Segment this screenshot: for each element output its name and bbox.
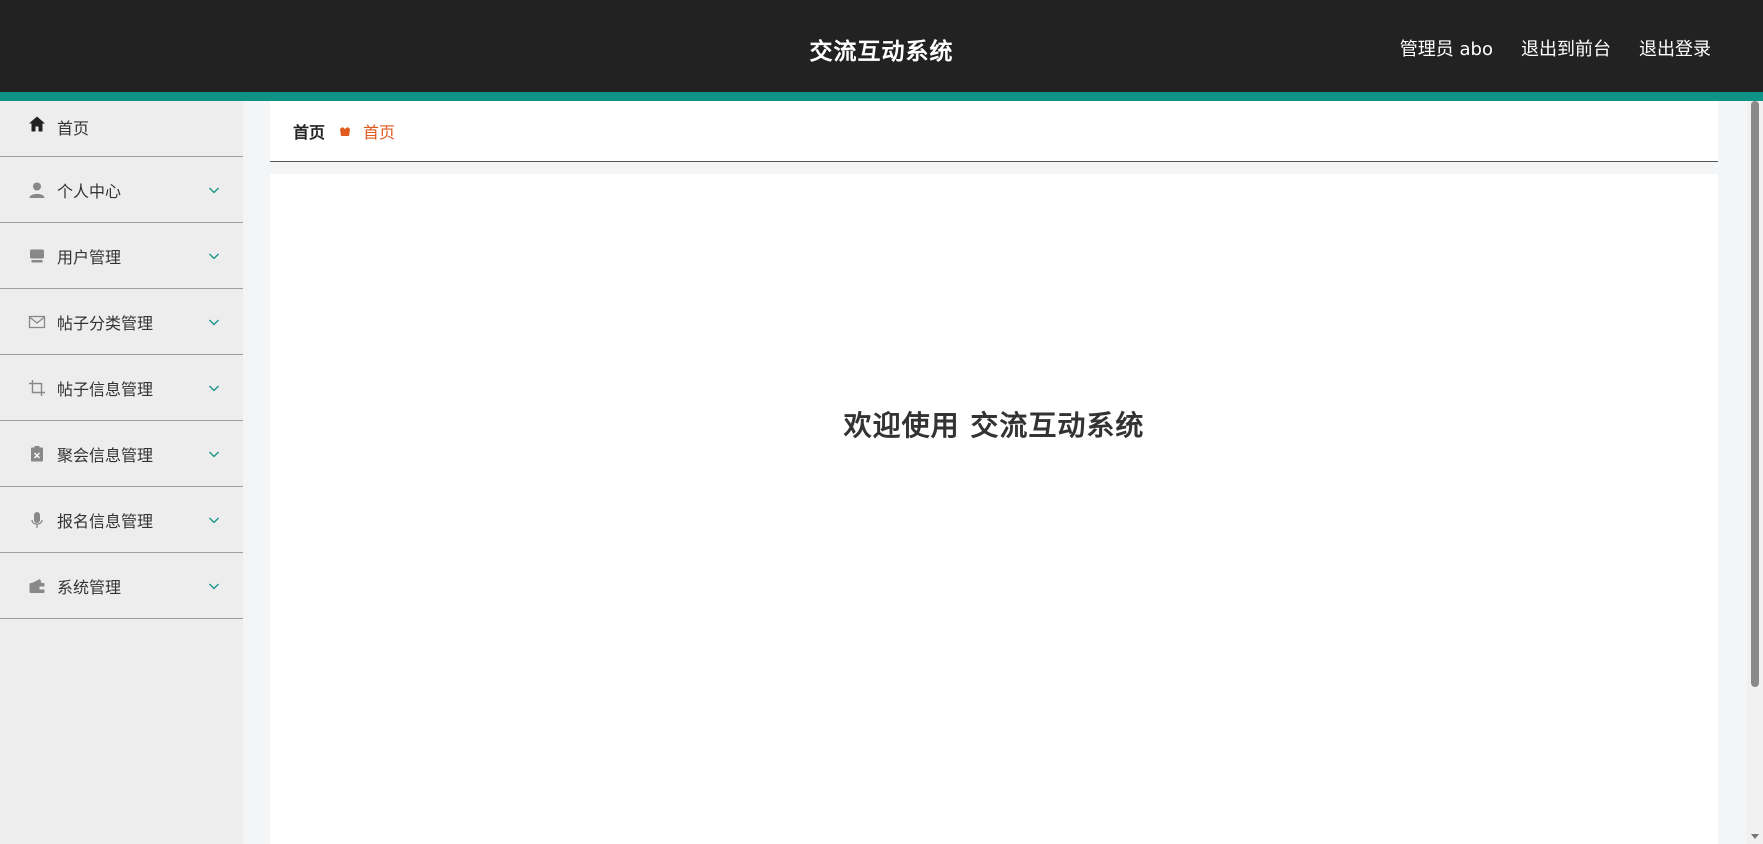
home-icon <box>28 115 46 133</box>
clipboard-x-icon <box>28 445 46 463</box>
welcome-panel: 欢迎使用 交流互动系统 <box>270 174 1718 844</box>
scrollbar-thumb[interactable] <box>1751 101 1759 687</box>
chevron-down-icon <box>209 319 219 325</box>
chevron-down-icon <box>209 187 219 193</box>
crop-icon <box>28 379 46 397</box>
chevron-down-icon <box>209 253 219 259</box>
mail-icon <box>28 313 46 331</box>
back-to-front-link[interactable]: 退出到前台 <box>1521 35 1611 61</box>
sidebar: 首页 个人中心 用户管理 帖子分类管理 帖子信息管理 聚会信息管理 报名信息管理… <box>0 101 243 844</box>
wallet-icon <box>28 577 46 595</box>
sidebar-item-home[interactable]: 首页 <box>0 101 243 157</box>
sidebar-item-personal-center[interactable]: 个人中心 <box>0 157 243 223</box>
sidebar-item-signup-info[interactable]: 报名信息管理 <box>0 487 243 553</box>
sidebar-item-label: 用户管理 <box>57 247 122 267</box>
microphone-icon <box>28 511 46 529</box>
breadcrumb-separator-icon <box>338 124 352 138</box>
sidebar-item-party-info[interactable]: 聚会信息管理 <box>0 421 243 487</box>
top-links: 管理员 abo 退出到前台 退出登录 <box>1400 35 1711 61</box>
admin-user-label[interactable]: 管理员 abo <box>1400 35 1493 61</box>
sidebar-item-label: 帖子信息管理 <box>57 379 154 399</box>
chevron-down-icon <box>209 583 219 589</box>
breadcrumb-current: 首页 <box>363 123 396 142</box>
sidebar-item-label: 报名信息管理 <box>57 511 154 531</box>
sidebar-item-label: 帖子分类管理 <box>57 313 154 333</box>
page-scrollbar[interactable] <box>1747 101 1763 844</box>
chevron-down-icon <box>209 517 219 523</box>
header-accent-line <box>0 92 1763 101</box>
logout-link[interactable]: 退出登录 <box>1639 35 1711 61</box>
chevron-down-icon <box>209 451 219 457</box>
sidebar-item-user-management[interactable]: 用户管理 <box>0 223 243 289</box>
sidebar-item-label: 个人中心 <box>57 181 122 201</box>
breadcrumb-root[interactable]: 首页 <box>293 119 325 143</box>
sidebar-item-label: 系统管理 <box>57 577 122 597</box>
main-content: 首页 首页 欢迎使用 交流互动系统 <box>270 101 1718 844</box>
monitor-icon <box>28 247 46 265</box>
chevron-down-icon <box>209 385 219 391</box>
sidebar-item-post-category[interactable]: 帖子分类管理 <box>0 289 243 355</box>
top-bar: 交流互动系统 管理员 abo 退出到前台 退出登录 <box>0 0 1763 92</box>
welcome-heading: 欢迎使用 交流互动系统 <box>843 409 1145 442</box>
scroll-down-arrow-icon[interactable] <box>1750 833 1760 841</box>
breadcrumb: 首页 首页 <box>270 101 1718 162</box>
sidebar-item-label: 聚会信息管理 <box>57 445 154 465</box>
sidebar-item-post-info[interactable]: 帖子信息管理 <box>0 355 243 421</box>
sidebar-item-label: 首页 <box>57 119 90 138</box>
user-icon <box>28 181 46 199</box>
sidebar-item-system-management[interactable]: 系统管理 <box>0 553 243 619</box>
